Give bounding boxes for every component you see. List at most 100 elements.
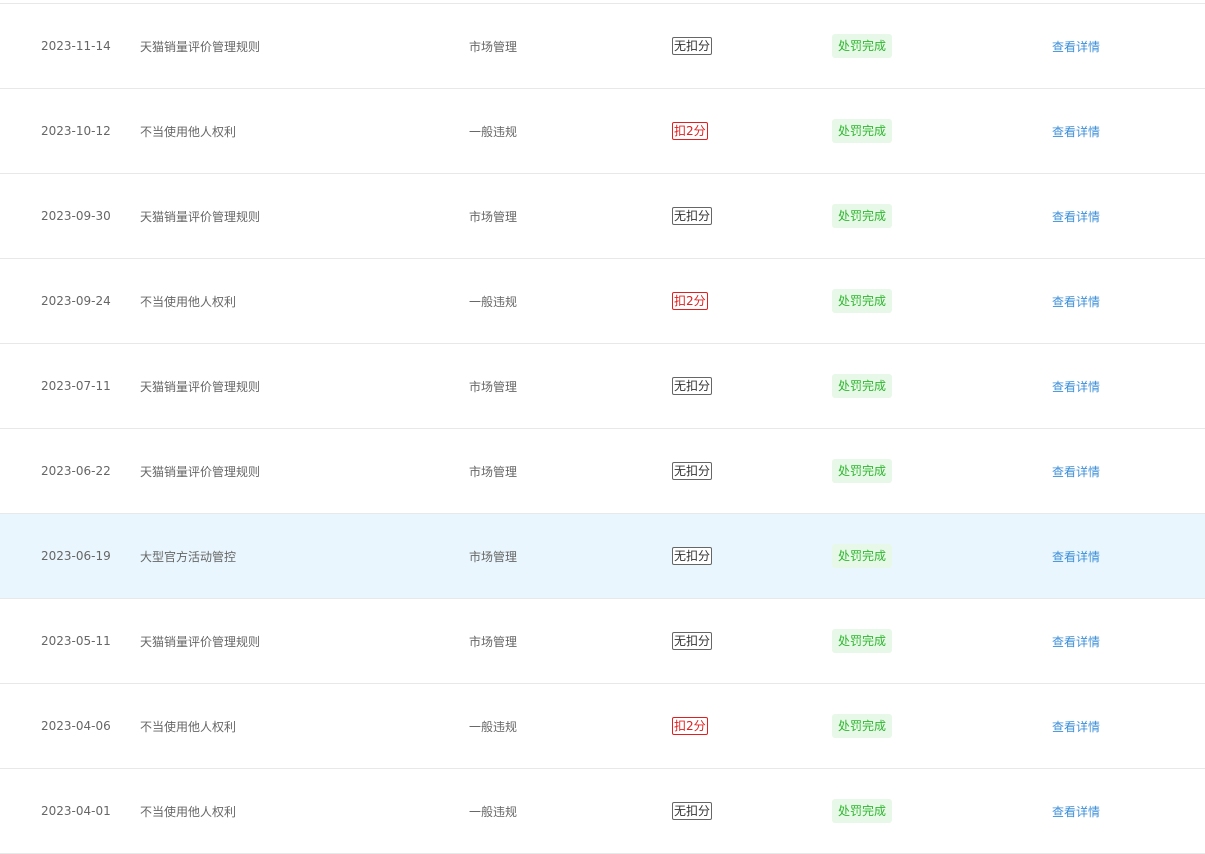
table-row: 2023-06-22 天猫销量评价管理规则 市场管理 无扣分 处罚完成 查看详情 xyxy=(0,429,1205,514)
points-badge: 扣2分 xyxy=(672,292,708,310)
points-cell: 无扣分 xyxy=(672,174,713,258)
table-row: 2023-11-14 天猫销量评价管理规则 市场管理 无扣分 处罚完成 查看详情 xyxy=(0,4,1205,89)
points-cell: 无扣分 xyxy=(672,429,713,513)
points-cell: 无扣分 xyxy=(672,514,713,598)
points-cell: 扣2分 xyxy=(672,259,708,343)
points-badge: 无扣分 xyxy=(672,462,713,480)
table-row: 2023-07-11 天猫销量评价管理规则 市场管理 无扣分 处罚完成 查看详情 xyxy=(0,344,1205,429)
violation-rule: 大型官方活动管控 xyxy=(140,549,237,564)
table-row: 2023-04-06 不当使用他人权利 一般违规 扣2分 处罚完成 查看详情 xyxy=(0,684,1205,769)
status-cell: 处罚完成 xyxy=(832,174,893,258)
table-row: 2023-06-19 大型官方活动管控 市场管理 无扣分 处罚完成 查看详情 xyxy=(0,514,1205,599)
violation-records-table: 2023-11-14 天猫销量评价管理规则 市场管理 无扣分 处罚完成 查看详情… xyxy=(0,3,1205,854)
view-details-link[interactable]: 查看详情 xyxy=(1052,803,1100,820)
view-details-link[interactable]: 查看详情 xyxy=(1052,123,1100,140)
action-cell: 查看详情 xyxy=(1052,769,1100,853)
points-badge: 无扣分 xyxy=(672,547,713,565)
table-row: 2023-05-11 天猫销量评价管理规则 市场管理 无扣分 处罚完成 查看详情 xyxy=(0,599,1205,684)
action-cell: 查看详情 xyxy=(1052,514,1100,598)
violation-type: 市场管理 xyxy=(469,379,518,394)
violation-type: 市场管理 xyxy=(469,634,518,649)
points-badge: 无扣分 xyxy=(672,802,713,820)
status-badge: 处罚完成 xyxy=(832,714,893,738)
action-cell: 查看详情 xyxy=(1052,599,1100,683)
action-cell: 查看详情 xyxy=(1052,4,1100,88)
points-cell: 无扣分 xyxy=(672,4,713,88)
points-cell: 无扣分 xyxy=(672,344,713,428)
violation-rule: 天猫销量评价管理规则 xyxy=(140,209,261,224)
view-details-link[interactable]: 查看详情 xyxy=(1052,378,1100,395)
violation-type: 市场管理 xyxy=(469,39,518,54)
violation-type: 市场管理 xyxy=(469,209,518,224)
violation-rule: 不当使用他人权利 xyxy=(140,719,237,734)
violation-rule: 天猫销量评价管理规则 xyxy=(140,39,261,54)
points-badge: 无扣分 xyxy=(672,207,713,225)
view-details-link[interactable]: 查看详情 xyxy=(1052,633,1100,650)
status-cell: 处罚完成 xyxy=(832,344,893,428)
violation-date: 2023-06-22 xyxy=(41,464,111,478)
table-row: 2023-09-30 天猫销量评价管理规则 市场管理 无扣分 处罚完成 查看详情 xyxy=(0,174,1205,259)
view-details-link[interactable]: 查看详情 xyxy=(1052,293,1100,310)
status-cell: 处罚完成 xyxy=(832,599,893,683)
view-details-link[interactable]: 查看详情 xyxy=(1052,548,1100,565)
violation-date: 2023-09-30 xyxy=(41,209,111,223)
violation-date: 2023-04-06 xyxy=(41,719,111,733)
violation-type: 市场管理 xyxy=(469,549,518,564)
violation-date: 2023-07-11 xyxy=(41,379,111,393)
view-details-link[interactable]: 查看详情 xyxy=(1052,463,1100,480)
action-cell: 查看详情 xyxy=(1052,344,1100,428)
view-details-link[interactable]: 查看详情 xyxy=(1052,208,1100,225)
violation-rule: 天猫销量评价管理规则 xyxy=(140,634,261,649)
action-cell: 查看详情 xyxy=(1052,259,1100,343)
violation-date: 2023-10-12 xyxy=(41,124,111,138)
points-cell: 扣2分 xyxy=(672,684,708,768)
violation-rule: 天猫销量评价管理规则 xyxy=(140,464,261,479)
status-cell: 处罚完成 xyxy=(832,769,893,853)
status-cell: 处罚完成 xyxy=(832,514,893,598)
status-cell: 处罚完成 xyxy=(832,4,893,88)
table-row: 2023-09-24 不当使用他人权利 一般违规 扣2分 处罚完成 查看详情 xyxy=(0,259,1205,344)
status-badge: 处罚完成 xyxy=(832,799,893,823)
points-badge: 无扣分 xyxy=(672,37,713,55)
status-badge: 处罚完成 xyxy=(832,629,893,653)
violation-rule: 不当使用他人权利 xyxy=(140,294,237,309)
status-badge: 处罚完成 xyxy=(832,34,893,58)
violation-date: 2023-11-14 xyxy=(41,39,111,53)
status-badge: 处罚完成 xyxy=(832,204,893,228)
points-badge: 无扣分 xyxy=(672,377,713,395)
violation-date: 2023-06-19 xyxy=(41,549,111,563)
table-row: 2023-04-01 不当使用他人权利 一般违规 无扣分 处罚完成 查看详情 xyxy=(0,769,1205,854)
violation-type: 市场管理 xyxy=(469,464,518,479)
status-cell: 处罚完成 xyxy=(832,89,893,173)
status-badge: 处罚完成 xyxy=(832,289,893,313)
violation-type: 一般违规 xyxy=(469,294,518,309)
status-badge: 处罚完成 xyxy=(832,544,893,568)
status-cell: 处罚完成 xyxy=(832,684,893,768)
status-cell: 处罚完成 xyxy=(832,429,893,513)
action-cell: 查看详情 xyxy=(1052,429,1100,513)
points-badge: 无扣分 xyxy=(672,632,713,650)
status-badge: 处罚完成 xyxy=(832,119,893,143)
action-cell: 查看详情 xyxy=(1052,174,1100,258)
points-cell: 无扣分 xyxy=(672,769,713,853)
violation-date: 2023-09-24 xyxy=(41,294,111,308)
action-cell: 查看详情 xyxy=(1052,89,1100,173)
violation-date: 2023-05-11 xyxy=(41,634,111,648)
points-cell: 无扣分 xyxy=(672,599,713,683)
violation-type: 一般违规 xyxy=(469,804,518,819)
violation-type: 一般违规 xyxy=(469,124,518,139)
action-cell: 查看详情 xyxy=(1052,684,1100,768)
table-row: 2023-10-12 不当使用他人权利 一般违规 扣2分 处罚完成 查看详情 xyxy=(0,89,1205,174)
points-cell: 扣2分 xyxy=(672,89,708,173)
status-badge: 处罚完成 xyxy=(832,459,893,483)
status-badge: 处罚完成 xyxy=(832,374,893,398)
violation-type: 一般违规 xyxy=(469,719,518,734)
view-details-link[interactable]: 查看详情 xyxy=(1052,718,1100,735)
view-details-link[interactable]: 查看详情 xyxy=(1052,38,1100,55)
points-badge: 扣2分 xyxy=(672,122,708,140)
violation-rule: 不当使用他人权利 xyxy=(140,804,237,819)
points-badge: 扣2分 xyxy=(672,717,708,735)
violation-date: 2023-04-01 xyxy=(41,804,111,818)
violation-rule: 天猫销量评价管理规则 xyxy=(140,379,261,394)
violation-rule: 不当使用他人权利 xyxy=(140,124,237,139)
